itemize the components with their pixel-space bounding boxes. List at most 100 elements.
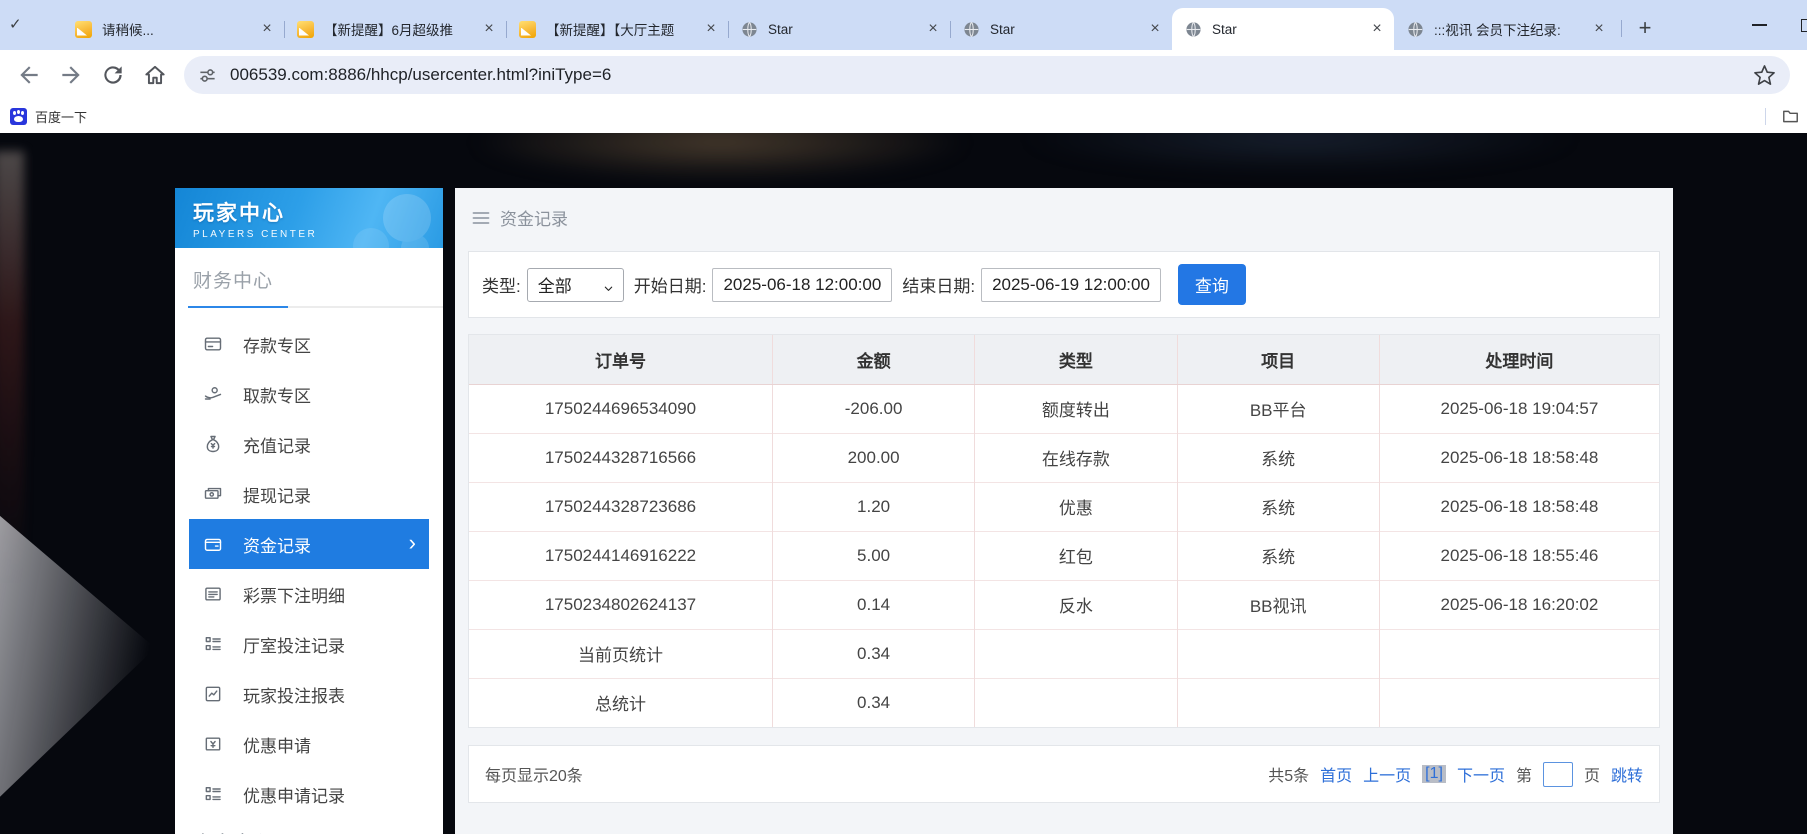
jump-suffix-label: 页 (1583, 768, 1600, 785)
sidebar-item-7[interactable]: 厅室投注记录 (175, 619, 443, 669)
close-icon[interactable]: × (258, 20, 276, 38)
table-row: 当前页统计 0.34 (469, 628, 1659, 678)
close-icon[interactable]: × (480, 20, 498, 38)
new-tab-button[interactable]: + (1621, 13, 1660, 43)
filter-bar: 类型: 全部 开始日期: 2025-06-18 12:00:00 结束日期: 2… (468, 251, 1660, 318)
tab-title: Star (990, 21, 1015, 37)
mail-icon (519, 20, 536, 38)
funds-table: 订单号 金额 类型 项目 处理时间 1750244696534090 -206.00 额度转… (469, 335, 1659, 727)
table-cell: 1750244328716566 (469, 432, 773, 482)
funds-table-box: 订单号 金额 类型 项目 处理时间 1750244696534090 -206.00 额度转… (468, 334, 1660, 728)
page-title-row: 资金记录 (455, 188, 1673, 230)
baidu-icon (10, 108, 27, 125)
close-icon[interactable]: × (1368, 20, 1386, 38)
folder-icon[interactable] (1781, 107, 1800, 126)
sidebar-item-4[interactable]: 提现记录 (175, 469, 443, 519)
minimize-icon[interactable] (1752, 24, 1767, 26)
chevron-down-icon (603, 279, 614, 291)
forward-icon[interactable] (58, 62, 84, 88)
globe-icon (741, 21, 758, 38)
sidebar-item-label: 资金记录 (243, 536, 311, 556)
table-cell: 当前页统计 (469, 628, 773, 678)
start-date-input[interactable]: 2025-06-18 12:00:00 (712, 267, 893, 302)
table-row: 1750244146916222 5.00 红包 系统 2025-06-18 18:55… (469, 530, 1659, 580)
sidebar-item-9[interactable]: 优惠申请 (175, 719, 443, 769)
maximize-icon[interactable] (1801, 18, 1807, 32)
sidebar-item-label: 玩家投注报表 (243, 686, 345, 706)
search-button[interactable]: 查询 (1177, 264, 1246, 305)
table-cell: 2025-06-18 18:58:48 (1378, 432, 1659, 482)
table-cell: 反水 (974, 579, 1178, 629)
sidebar-item-1[interactable]: 存款专区 (175, 319, 443, 369)
pagination-bar: 每页显示20条 共5条 首页 上一页 [1] 下一页 第 页 跳转 (468, 745, 1660, 803)
sidebar-section-title: 财务中心 (193, 271, 274, 292)
site-info-icon[interactable] (198, 66, 217, 85)
back-icon[interactable] (16, 62, 42, 88)
sidebar-item-label: 优惠申请 (243, 736, 311, 756)
close-icon[interactable]: × (702, 20, 720, 38)
cash-icon (203, 484, 223, 504)
tab-title: :::视讯 会员下注纪录: (1434, 23, 1561, 38)
first-page-link[interactable]: 首页 (1320, 762, 1352, 786)
next-page-link[interactable]: 下一页 (1457, 762, 1505, 786)
background-glow (470, 133, 970, 180)
sidebar-item-5[interactable]: 资金记录 › (189, 519, 429, 569)
deposit-card-icon (203, 334, 223, 354)
type-select[interactable]: 全部 (526, 267, 624, 302)
table-cell: 0.34 (771, 628, 975, 678)
web-page: 玩家中心 PLAYERS CENTER 财务中心 存款专区取款专区 充值记录 提现记… (0, 133, 1807, 834)
bookmark-baidu[interactable]: 百度一下 (10, 107, 87, 126)
home-icon[interactable] (142, 62, 168, 88)
sidebar-header: 玩家中心 PLAYERS CENTER (175, 188, 443, 248)
sidebar-item-label: 存款专区 (243, 336, 311, 356)
check-icon[interactable]: ✓ (9, 15, 22, 33)
browser-tab[interactable]: 【新提醒】6月超级推 × (284, 8, 506, 50)
background-glow (1020, 133, 1580, 173)
table-cell: 200.00 (771, 432, 975, 482)
url-bar[interactable]: 006539.com:8886/hhcp/usercenter.html?ini… (184, 56, 1790, 94)
bookmark-bar-right (1765, 107, 1800, 126)
browser-tab[interactable]: Star × (950, 8, 1172, 50)
table-cell: BB视讯 (1176, 579, 1380, 629)
close-icon[interactable]: × (924, 20, 942, 38)
current-page-badge: [1] (1422, 765, 1446, 783)
reload-icon[interactable] (100, 62, 126, 88)
sidebar-item-2[interactable]: 取款专区 (175, 369, 443, 419)
chart-icon (203, 684, 223, 704)
table-cell: 2025-06-18 19:04:57 (1378, 383, 1659, 433)
sidebar-item-3[interactable]: 充值记录 (175, 419, 443, 469)
prev-page-link[interactable]: 上一页 (1363, 762, 1411, 786)
moneybag-icon (203, 434, 223, 454)
sidebar-item-10[interactable]: 优惠申请记录 (175, 769, 443, 819)
sidebar-item-8[interactable]: 玩家投注报表 (175, 669, 443, 719)
page-number-input[interactable] (1542, 761, 1573, 787)
coupon-icon (203, 734, 223, 754)
table-row: 1750234802624137 0.14 反水 BB视讯 2025-06-18 16:… (469, 579, 1659, 629)
bookmark-star-icon[interactable] (1753, 64, 1776, 87)
list-icon (203, 584, 223, 604)
end-date-input[interactable]: 2025-06-19 12:00:00 (981, 267, 1161, 302)
table-cell: 0.34 (771, 677, 975, 727)
browser-tab[interactable]: 请稍候... × (62, 8, 284, 50)
table-cell: -206.00 (771, 383, 975, 433)
column-header: 金额 (771, 335, 975, 385)
browser-tab[interactable]: Star × (728, 8, 950, 50)
sidebar-item-6[interactable]: 彩票下注明细 (175, 569, 443, 619)
browser-tab[interactable]: 【新提醒】【大厅主题 × (506, 8, 728, 50)
column-header: 项目 (1176, 335, 1380, 385)
table-cell: 系统 (1176, 432, 1380, 482)
browser-tab[interactable]: :::视讯 会员下注纪录: × (1394, 8, 1616, 50)
globe-icon (963, 21, 980, 38)
jump-link[interactable]: 跳转 (1611, 762, 1643, 786)
column-header: 订单号 (469, 335, 773, 385)
url-text[interactable]: 006539.com:8886/hhcp/usercenter.html?ini… (230, 65, 1753, 85)
close-icon[interactable]: × (1590, 20, 1608, 38)
table-cell (974, 677, 1178, 727)
tab-title: 请稍候... (102, 23, 154, 38)
divider (1765, 108, 1766, 125)
total-count: 共5条 (1268, 768, 1310, 785)
close-icon[interactable]: × (1146, 20, 1164, 38)
browser-tab[interactable]: Star × (1172, 8, 1394, 50)
table-cell (1378, 628, 1659, 678)
table-cell: 2025-06-18 18:58:48 (1378, 481, 1659, 531)
